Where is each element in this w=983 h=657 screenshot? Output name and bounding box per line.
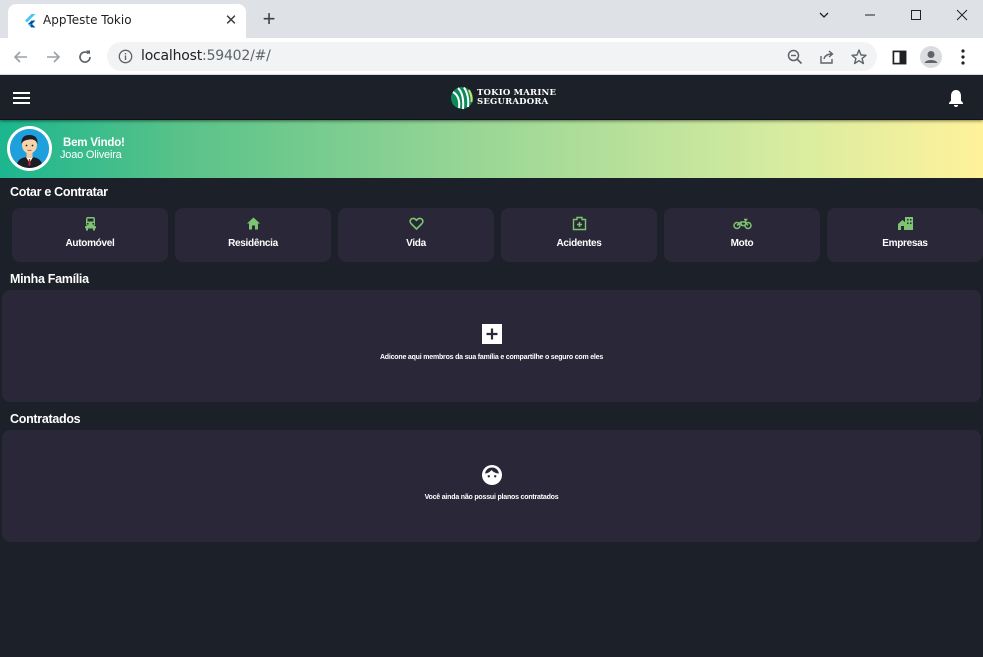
profile-avatar-icon[interactable] — [920, 46, 942, 68]
side-panel-icon[interactable] — [888, 46, 910, 68]
new-tab-icon[interactable]: + — [257, 8, 281, 32]
tab-search-icon[interactable] — [801, 0, 847, 30]
product-label: Automóvel — [65, 238, 115, 249]
motorcycle-icon — [733, 218, 752, 230]
maximize-icon[interactable] — [893, 0, 939, 30]
product-card-moto[interactable]: Moto — [664, 208, 820, 262]
site-info-icon[interactable] — [118, 49, 133, 64]
browser-menu-icon[interactable] — [952, 46, 974, 68]
buildings-icon — [898, 217, 913, 230]
flutter-icon — [25, 14, 36, 28]
home-icon — [247, 217, 260, 230]
tab-title: AppTeste Tokio — [43, 13, 132, 27]
tab-close-icon[interactable]: ✕ — [222, 12, 240, 30]
contracted-section-title: Contratados — [10, 412, 81, 426]
product-label: Vida — [406, 238, 426, 249]
back-icon[interactable] — [9, 45, 33, 69]
logo-mark-icon — [451, 86, 473, 110]
logo-line-2: SEGURADORA — [477, 97, 549, 107]
user-avatar-icon — [10, 129, 49, 168]
notification-bell-icon[interactable] — [947, 88, 965, 108]
product-label: Acidentes — [556, 238, 602, 249]
hamburger-menu-icon[interactable] — [13, 92, 30, 104]
product-label: Empresas — [882, 238, 928, 249]
contracted-message: Você ainda não possui planos contratados — [424, 494, 559, 501]
close-window-icon[interactable] — [939, 0, 983, 30]
url-text: localhost:59402/#/ — [141, 48, 271, 64]
welcome-banner: Bem Vindo! Joao Oliveira — [0, 120, 983, 178]
product-card-residencia[interactable]: Residência — [175, 208, 331, 262]
product-label: Moto — [730, 238, 754, 249]
browser-tab[interactable]: AppTeste Tokio ✕ — [8, 4, 246, 38]
product-card-acidentes[interactable]: Acidentes — [501, 208, 657, 262]
product-cards: Automóvel Residência Vida Acidentes Moto — [12, 208, 983, 262]
product-card-automovel[interactable]: Automóvel — [12, 208, 168, 262]
heart-icon — [409, 217, 424, 230]
add-family-member-button[interactable] — [482, 324, 502, 344]
welcome-text: Bem Vindo! — [63, 137, 125, 149]
user-name: Joao Oliveira — [60, 149, 122, 161]
bookmark-star-icon[interactable] — [850, 48, 868, 66]
contracted-panel: Você ainda não possui planos contratados — [2, 430, 981, 542]
tokio-marine-logo: TOKIO MARINE SEGURADORA — [450, 85, 556, 111]
minimize-icon[interactable] — [847, 0, 893, 30]
medical-kit-icon — [572, 216, 587, 231]
product-label: Residência — [228, 238, 278, 249]
reload-icon[interactable] — [73, 45, 97, 69]
car-icon — [85, 217, 96, 231]
quote-section-title: Cotar e Contratar — [10, 185, 108, 199]
browser-tab-strip: AppTeste Tokio ✕ + — [0, 0, 983, 38]
share-icon[interactable] — [818, 48, 836, 66]
family-section-title: Minha Família — [10, 272, 89, 286]
forward-icon[interactable] — [41, 45, 65, 69]
product-card-empresas[interactable]: Empresas — [827, 208, 983, 262]
zoom-icon[interactable] — [786, 48, 804, 66]
avatar[interactable] — [7, 126, 52, 171]
browser-toolbar: localhost:59402/#/ — [0, 38, 983, 75]
product-card-vida[interactable]: Vida — [338, 208, 494, 262]
face-icon — [482, 465, 502, 485]
app-bar: TOKIO MARINE SEGURADORA — [0, 76, 983, 119]
family-message: Adicone aqui membros da sua família e co… — [379, 354, 604, 361]
family-panel: Adicone aqui membros da sua família e co… — [2, 290, 981, 402]
address-bar[interactable]: localhost:59402/#/ — [107, 42, 877, 71]
